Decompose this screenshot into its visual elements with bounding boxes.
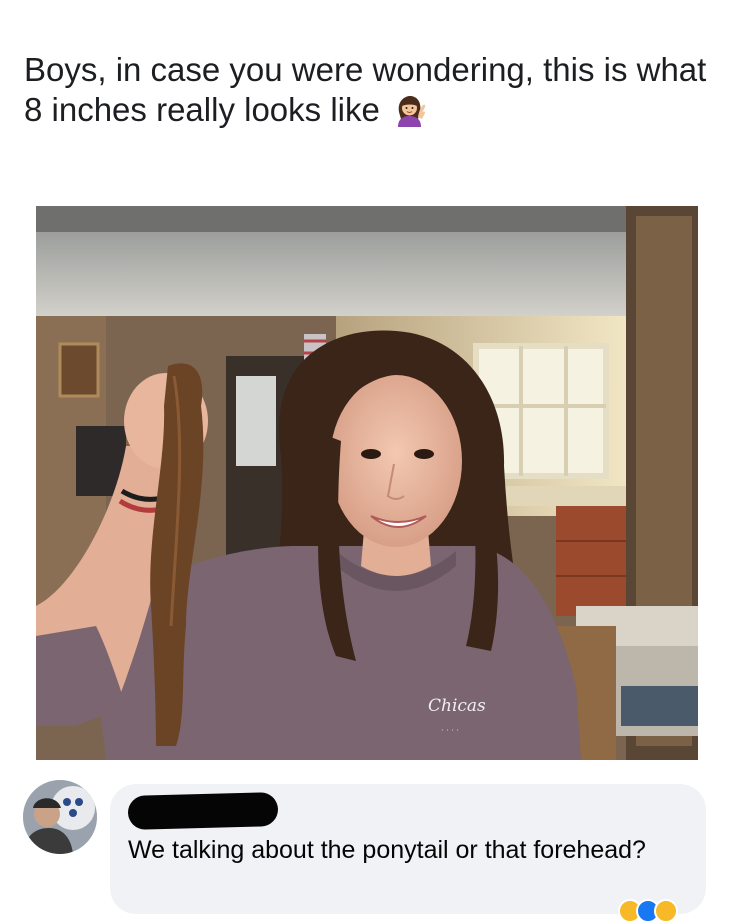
comment-text: We talking about the ponytail or that fo… xyxy=(128,836,646,864)
svg-text:· · · ·: · · · · xyxy=(441,726,459,735)
photo-illustration: Chicas · · · · xyxy=(36,206,698,760)
redacted-author-name xyxy=(127,792,279,830)
avatar-image xyxy=(23,780,97,854)
post-photo[interactable]: Chicas · · · · xyxy=(36,206,698,760)
woman-tipping-hand-icon xyxy=(398,96,426,127)
comment: We talking about the ponytail or that fo… xyxy=(0,780,740,924)
shirt-text: Chicas xyxy=(428,696,486,716)
wow-reaction-icon xyxy=(654,899,678,923)
avatar[interactable] xyxy=(23,780,97,854)
post-text-content: Boys, in case you were wondering, this i… xyxy=(24,51,707,128)
reaction-icons[interactable] xyxy=(618,899,678,923)
comment-bubble: We talking about the ponytail or that fo… xyxy=(110,784,706,923)
post-text: Boys, in case you were wondering, this i… xyxy=(24,50,714,130)
